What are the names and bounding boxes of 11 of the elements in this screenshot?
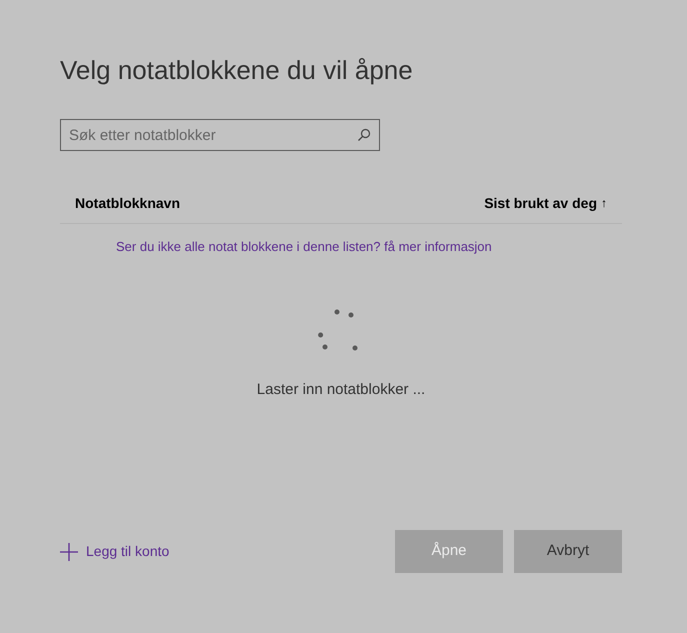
loading-text: Laster inn notatblokker ...: [256, 380, 426, 400]
dialog-title: Velg notatblokkene du vil åpne: [60, 54, 413, 87]
sort-indicator: ↑: [601, 195, 607, 212]
search-icon: [357, 128, 371, 142]
add-account-link[interactable]: Legg til konto: [60, 541, 170, 562]
column-header[interactable]: Notatblokknavn: [75, 192, 180, 214]
dialog-button[interactable]: Avbryt: [514, 530, 622, 573]
column-header[interactable]: Sist brukt av deg: [484, 192, 597, 214]
info-link[interactable]: Ser du ikke alle notat blokkene i denne listen? få mer informasjon: [116, 239, 492, 254]
plus-icon: [60, 542, 78, 560]
search-field[interactable]: Søk etter notatblokker: [60, 119, 380, 151]
